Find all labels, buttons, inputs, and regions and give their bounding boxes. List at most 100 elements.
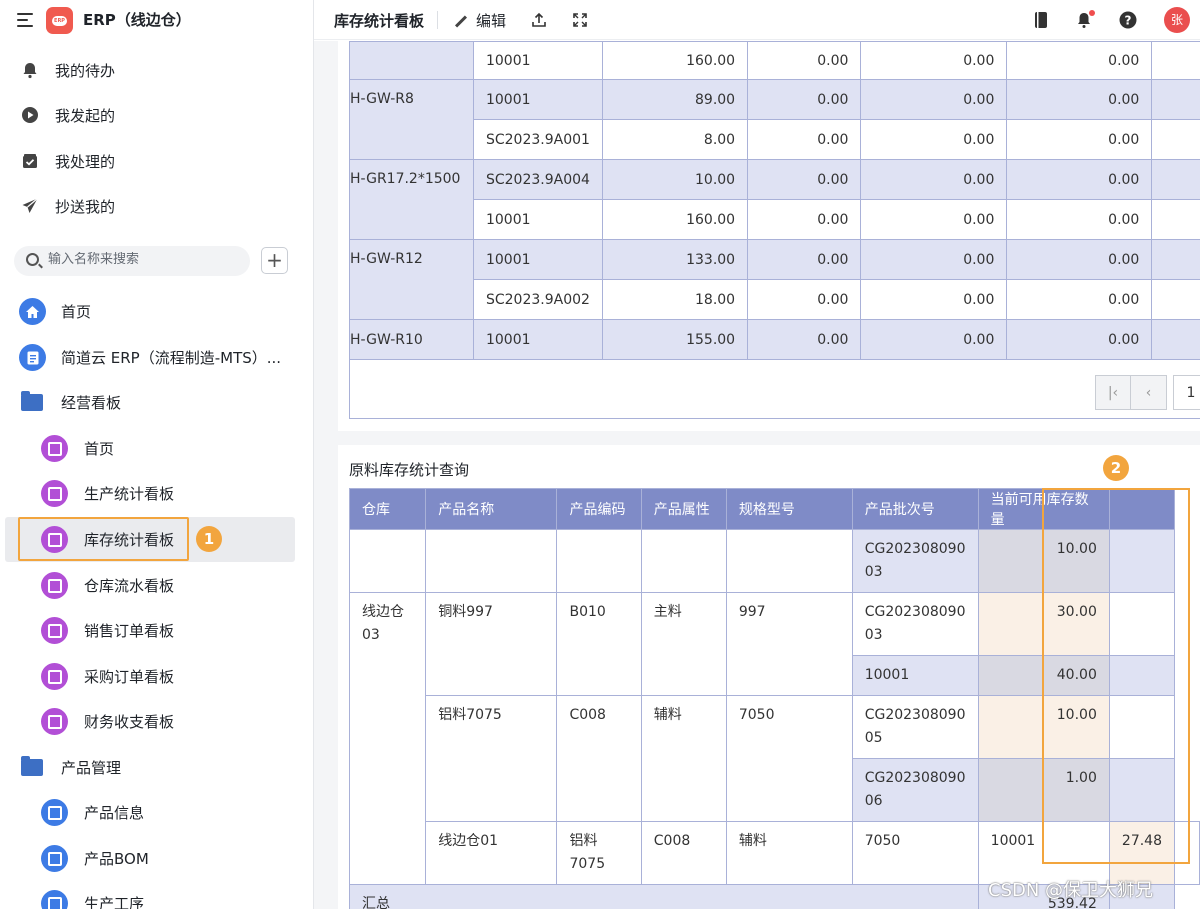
quick-link-initiated[interactable]: 我发起的 [0,94,313,136]
table-row: 线边仓03 铜料997 B010 主料 997 CG202308090 03 3… [348,592,1200,885]
nav-item-product-bom[interactable]: 产品BOM [0,836,313,881]
nav-item-home[interactable]: 首页 [0,289,313,334]
bell-icon [21,61,39,79]
nav-item-product-info[interactable]: 产品信息 [0,790,313,835]
dashboard-icon [41,572,68,599]
table-cell: 0.00 [860,119,1008,160]
menu-icon[interactable] [17,13,33,27]
raw-material-table: 仓库 产品名称 产品编码 产品属性 规格型号 产品批次号 当前可用库存数量 CG… [348,488,1200,909]
nav-item-sales-orders[interactable]: 销售订单看板 [0,608,313,653]
home-icon [19,298,46,325]
table-cell: 0.00 [1006,119,1153,160]
nav-item-production-process[interactable]: 生产工序 [0,881,313,909]
table-cell: 40.00 [977,655,1110,696]
table-cell: 10.00 [977,529,1110,593]
nav-label: 销售订单看板 [84,622,175,640]
nav-item-production-stats[interactable]: 生产统计看板 [0,471,313,516]
table-cell: 0.00 [1006,279,1153,320]
app-title: ERP（线边仓） [83,11,191,29]
dashboard-icon [41,480,68,507]
column-header: 规格型号 [725,488,853,530]
table-cell: 辅料 [725,821,853,885]
prev-page-icon[interactable]: ‹ [1131,375,1167,410]
dashboard-icon [41,617,68,644]
dashboard-icon [41,708,68,735]
add-button[interactable]: + [261,247,288,274]
nav-item-dash-home[interactable]: 首页 [0,426,313,471]
table-cell: 0.00 [747,79,862,120]
column-header: 产品批次号 [851,488,979,530]
table-cell: 997 [725,592,853,696]
section-title: 原料库存统计查询 [349,461,470,479]
table-cell: SC2023.9A001 [472,119,603,160]
play-circle-icon [21,106,39,124]
share-icon[interactable] [528,9,550,31]
table-cell: 0.00 [860,79,1008,120]
avatar[interactable]: 张 [1164,7,1190,33]
table-cell: 0.00 [860,199,1008,240]
main-content: 10001 160.00 0.00 0.00 0.00 H-GW-R8 1000… [314,41,1200,909]
table-cell: 10.00 [601,159,749,200]
table-cell [425,529,558,593]
svg-text:?: ? [1125,14,1132,28]
table-cell: 1.00 [977,758,1110,822]
nav-item-finance[interactable]: 财务收支看板 [0,699,313,744]
fullscreen-icon[interactable] [569,9,591,31]
table-cell: 10001 [472,79,603,120]
table-row: 10001 160.00 0.00 0.00 0.00 [349,41,1200,80]
page-number-button[interactable]: 1 [1173,375,1200,410]
nav-label: 财务收支看板 [84,713,175,731]
table-row: 铝料7075 C008 辅料 7050 CG202308090 05 10.00 [350,695,1200,822]
table-cell: 8.00 [601,119,749,160]
table-cell: 7050 [725,695,853,822]
edit-button[interactable]: 编辑 [454,10,506,31]
notification-icon[interactable] [1073,9,1095,31]
table-cell: 160.00 [601,199,749,240]
first-page-icon[interactable]: |‹ [1095,375,1131,410]
nav-item-app[interactable]: 简道云 ERP（流程制造-MTS）... [0,335,313,380]
nav-folder-business-dashboards[interactable]: 经营看板 [0,380,313,425]
nav-folder-product-management[interactable]: 产品管理 [0,745,313,790]
pagination: |‹ ‹ 1 [1095,375,1200,410]
table-row: H-GW-R12 10001 133.00 0.00 0.00 0.00 [349,239,1200,320]
table-cell [1174,821,1200,885]
column-header: 仓库 [348,488,427,530]
table-row: SC2023.9A002 18.00 0.00 0.00 0.00 [350,279,1200,320]
table-row: 10001 160.00 0.00 0.00 0.00 [350,199,1200,240]
inbox-check-icon [21,152,39,170]
notebook-icon[interactable] [1030,9,1052,31]
table-cell: 10001 [472,239,603,280]
table-cell: 18.00 [601,279,749,320]
table-cell: 铝料7075 [556,821,642,885]
nav-label: 经营看板 [61,394,122,412]
table-cell: 0.00 [860,239,1008,280]
table-cell: 0.00 [747,159,862,200]
quick-link-handled[interactable]: 我处理的 [0,140,313,182]
table-cell: CG202308090 05 [851,695,979,759]
table-cell: 0.00 [1006,239,1153,280]
document-icon [19,344,46,371]
nav-item-warehouse-flow[interactable]: 仓库流水看板 [0,563,313,608]
table-cell [349,41,474,80]
table-cell [556,529,642,593]
nav-item-purchase-orders[interactable]: 采购订单看板 [0,654,313,699]
table-cell: CG202308090 06 [851,758,979,822]
nav-label: 生产工序 [84,895,145,909]
quick-link-cc[interactable]: 抄送我的 [0,185,313,227]
nav-label: 产品管理 [61,759,122,777]
table-cell [348,529,427,593]
search-input[interactable] [48,252,238,267]
table-cell: H-GW-R8 [349,79,474,160]
topbar: 库存统计看板 编辑 ? 张 [314,0,1200,40]
send-icon [21,197,39,215]
table-cell: 0.00 [860,159,1008,200]
search-box [14,246,250,276]
folder-icon [21,756,43,776]
table-cell: 铝料7075 [425,695,558,822]
table-cell [1151,41,1200,80]
quick-link-todo[interactable]: 我的待办 [0,49,313,91]
help-icon[interactable]: ? [1117,9,1139,31]
table-header-row: 仓库 产品名称 产品编码 产品属性 规格型号 产品批次号 当前可用库存数量 [348,488,1200,530]
table-cell: B010 [556,592,642,696]
column-header: 产品编码 [556,488,642,530]
